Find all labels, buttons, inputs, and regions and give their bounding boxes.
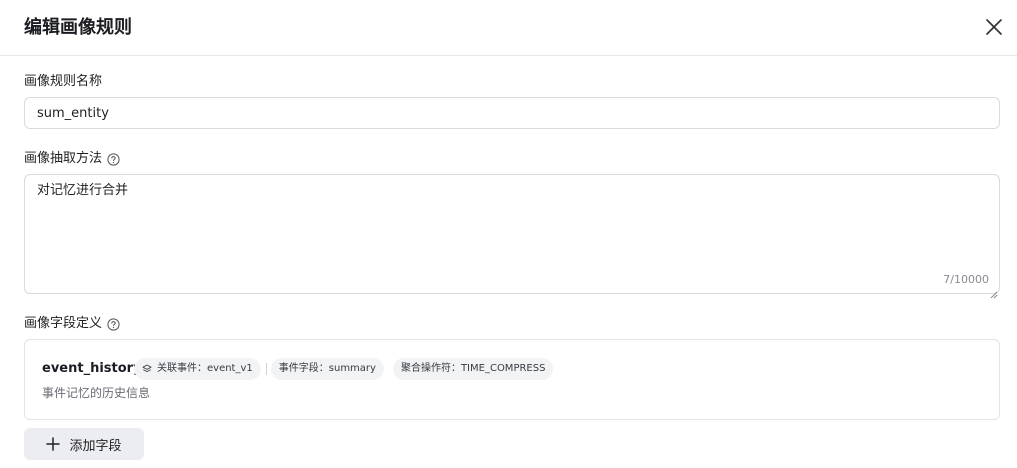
extraction-method-label: 画像抽取方法: [24, 150, 120, 168]
add-field-button[interactable]: 添加字段: [24, 428, 144, 460]
field-card[interactable]: event_history 关联事件：event_v1 事件字段：summary…: [24, 339, 1000, 420]
field-name: event_history: [42, 361, 142, 376]
dialog-title: 编辑画像规则: [24, 17, 132, 38]
dialog-header: 编辑画像规则: [0, 0, 1017, 56]
layers-icon: [142, 364, 152, 374]
rule-name-input[interactable]: [24, 97, 1000, 129]
add-field-label: 添加字段: [69, 438, 122, 454]
field-description: 事件记忆的历史信息: [42, 386, 151, 400]
plus-icon: [46, 437, 61, 451]
character-count: 7/10000: [943, 273, 989, 286]
close-button[interactable]: [982, 15, 1006, 39]
question-circle-icon[interactable]: [107, 317, 120, 331]
event-field-tag: 事件字段：summary: [270, 358, 384, 380]
resize-handle-icon[interactable]: [990, 284, 998, 299]
tag-divider: [265, 363, 267, 375]
question-circle-icon[interactable]: [107, 152, 120, 166]
edit-profile-rule-dialog: 编辑画像规则 画像规则名称 画像抽取方法 对记忆进行合并 7/10000: [0, 0, 1017, 468]
aggregation-operator-tag: 聚合操作符：TIME_COMPRESS: [392, 358, 554, 380]
related-event-tag: 关联事件：event_v1: [134, 358, 261, 380]
rule-name-label: 画像规则名称: [24, 74, 103, 89]
close-icon: [982, 15, 1006, 39]
extraction-method-text: 对记忆进行合并: [37, 183, 129, 198]
field-tags: 关联事件：event_v1 事件字段：summary 聚合操作符：TIME_CO…: [134, 358, 554, 380]
field-definition-label: 画像字段定义: [24, 315, 120, 333]
extraction-method-textarea[interactable]: 对记忆进行合并 7/10000: [24, 174, 1000, 299]
